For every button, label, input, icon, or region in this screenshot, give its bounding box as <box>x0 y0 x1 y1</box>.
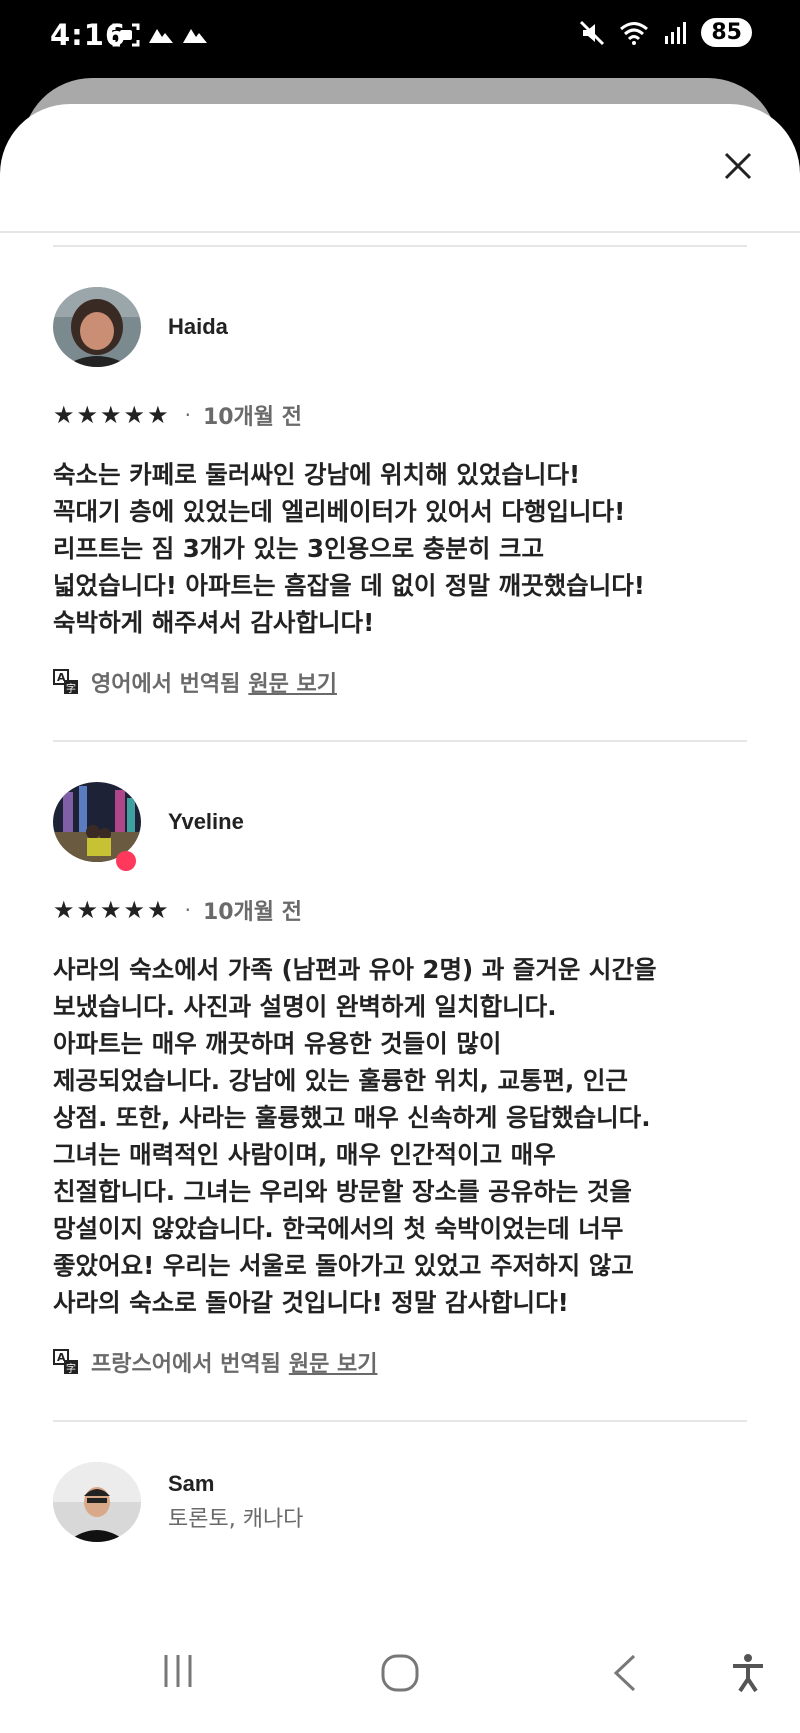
separator-dot: · <box>184 403 191 427</box>
review-date: 10개월 전 <box>202 405 302 430</box>
navigation-bar <box>0 1623 800 1733</box>
star-icon: ★ <box>53 896 75 924</box>
star-icon: ★ <box>147 896 169 924</box>
review-text: 사라의 숙소에서 가족 (남편과 유아 2명) 과 즐거운 시간을 보냈습니다.… <box>53 955 657 1317</box>
rating-stars: ★ ★ ★ ★ ★ <box>53 898 169 922</box>
avatar[interactable] <box>53 782 141 871</box>
mute-icon <box>580 20 605 45</box>
status-left-icons <box>112 22 208 48</box>
avatar[interactable] <box>53 287 141 367</box>
review-item: Sam 토론토, 캐나다 <box>53 1462 747 1542</box>
status-bar: 4:16 85 <box>0 0 800 78</box>
show-original-link[interactable]: 원문 보기 <box>248 666 337 698</box>
star-icon: ★ <box>76 896 99 924</box>
divider <box>53 1420 747 1422</box>
star-icon: ★ <box>53 401 75 429</box>
star-icon: ★ <box>100 896 122 924</box>
translate-icon: A 字 <box>53 669 78 695</box>
svg-text:字: 字 <box>66 1362 76 1375</box>
reviewer: Yveline <box>53 782 747 871</box>
avatar-photo <box>53 287 141 367</box>
divider <box>53 740 747 742</box>
translation-info: A 字 프랑스어에서 번역됨 원문 보기 <box>53 1346 747 1378</box>
cloud-icon <box>149 29 173 43</box>
star-icon: ★ <box>76 401 99 429</box>
reviewer: Haida <box>53 287 747 367</box>
separator-dot: · <box>184 898 191 922</box>
star-icon: ★ <box>100 401 122 429</box>
svg-text:字: 字 <box>66 682 76 695</box>
rating-stars: ★ ★ ★ ★ ★ <box>53 403 169 427</box>
review-item: Haida ★ ★ ★ ★ ★ · 10개월 전 숙소는 카페로 둘러싸인 강남… <box>53 287 747 742</box>
divider <box>53 245 747 247</box>
star-icon: ★ <box>147 401 169 429</box>
recents-icon <box>164 1655 192 1687</box>
star-icon: ★ <box>123 896 146 924</box>
show-original-link[interactable]: 원문 보기 <box>289 1346 378 1378</box>
avatar[interactable] <box>53 1462 141 1542</box>
reviewer-location: 토론토, 캐나다 <box>168 1507 304 1532</box>
verified-badge-icon <box>116 851 136 871</box>
review-meta: ★ ★ ★ ★ ★ · 10개월 전 <box>53 400 747 430</box>
star-icon: ★ <box>123 401 146 429</box>
close-icon <box>724 152 752 180</box>
review-date: 10개월 전 <box>202 900 302 925</box>
screenshot-icon <box>112 23 140 47</box>
translated-from-label: 프랑스어에서 번역됨 <box>91 1352 281 1377</box>
reviewer-name: Sam <box>168 1471 215 1496</box>
home-icon <box>381 1654 419 1692</box>
sheet-header <box>0 104 800 233</box>
reviews-sheet: Haida ★ ★ ★ ★ ★ · 10개월 전 숙소는 카페로 둘러싸인 강남… <box>0 104 800 1733</box>
reviewer-name: Haida <box>168 314 228 339</box>
back-button[interactable] <box>610 1653 640 1697</box>
battery-indicator: 85 <box>701 18 752 47</box>
review-meta: ★ ★ ★ ★ ★ · 10개월 전 <box>53 895 747 925</box>
review-item: Yveline ★ ★ ★ ★ ★ · 10개월 전 사라의 숙소에서 가족 (… <box>53 782 747 1422</box>
reviewer-name: Yveline <box>168 809 244 834</box>
avatar-photo <box>53 1462 141 1542</box>
back-icon <box>613 1654 636 1692</box>
status-right-icons: 85 <box>579 18 752 47</box>
home-button[interactable] <box>380 1653 420 1697</box>
close-button[interactable] <box>714 142 762 190</box>
recents-button[interactable] <box>160 1653 196 1693</box>
accessibility-button[interactable] <box>730 1653 766 1697</box>
translate-icon: A 字 <box>53 1349 78 1375</box>
translated-from-label: 영어에서 번역됨 <box>91 672 241 697</box>
accessibility-icon <box>733 1654 763 1693</box>
reviewer: Sam 토론토, 캐나다 <box>53 1462 747 1542</box>
cloud-icon <box>183 29 207 43</box>
wifi-icon <box>620 21 649 45</box>
reviews-list: Haida ★ ★ ★ ★ ★ · 10개월 전 숙소는 카페로 둘러싸인 강남… <box>53 245 747 1542</box>
translation-info: A 字 영어에서 번역됨 원문 보기 <box>53 666 747 698</box>
review-text: 숙소는 카페로 둘러싸인 강남에 위치해 있었습니다! 꼭대기 층에 있었는데 … <box>53 460 645 637</box>
signal-icon <box>665 21 687 44</box>
